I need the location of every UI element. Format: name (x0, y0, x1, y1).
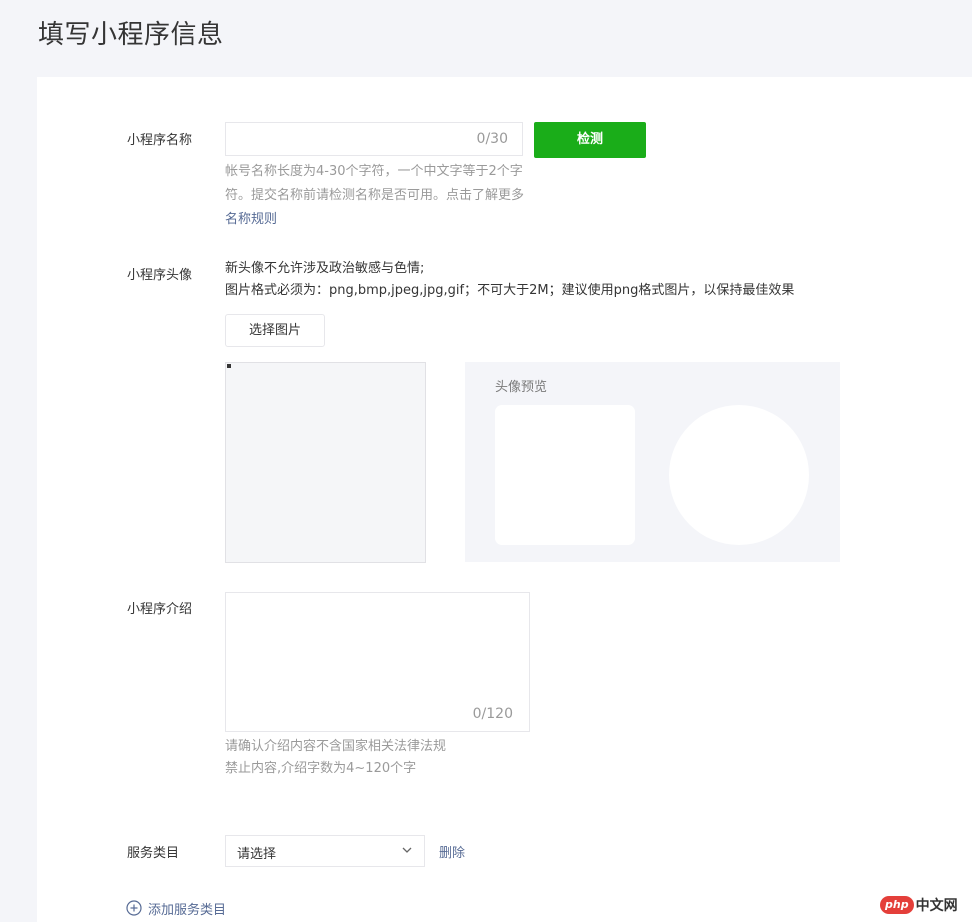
plus-circle-icon (126, 900, 142, 916)
avatar-upload-area[interactable] (225, 362, 426, 563)
crop-handle[interactable] (227, 364, 231, 368)
avatar-rule-1: 新头像不允许涉及政治敏感与色情; (225, 261, 425, 276)
intro-counter: 0/120 (472, 706, 513, 722)
name-rules-link[interactable]: 名称规则 (225, 212, 277, 227)
name-input[interactable]: 0/30 (225, 122, 523, 156)
name-counter: 0/30 (476, 131, 508, 147)
chevron-down-icon (402, 847, 412, 853)
avatar-preview-panel: 头像预览 (465, 362, 840, 562)
name-help-text: 帐号名称长度为4-30个字符，一个中文字等于2个字符。提交名称前请检测名称是否可… (225, 164, 525, 203)
category-select[interactable]: 请选择 (225, 835, 425, 867)
check-button[interactable]: 检测 (534, 122, 646, 158)
watermark-badge: php (880, 896, 914, 914)
name-help: 帐号名称长度为4-30个字符，一个中文字等于2个字符。提交名称前请检测名称是否可… (225, 160, 525, 232)
page-title: 填写小程序信息 (38, 20, 224, 50)
site-watermark: php 中文网 (880, 893, 968, 917)
add-category-label: 添加服务类目 (148, 902, 227, 918)
intro-help-2: 禁止内容,介绍字数为4~120个字 (225, 761, 417, 776)
category-label: 服务类目 (127, 846, 180, 861)
select-image-button[interactable]: 选择图片 (225, 314, 325, 347)
preview-circle (669, 405, 809, 545)
avatar-rule-2: 图片格式必须为：png,bmp,jpeg,jpg,gif；不可大于2M；建议使用… (225, 283, 795, 298)
category-select-value: 请选择 (237, 847, 277, 862)
preview-title: 头像预览 (495, 380, 548, 395)
delete-category-link[interactable]: 删除 (439, 842, 465, 861)
watermark-text: 中文网 (915, 898, 958, 914)
name-label: 小程序名称 (127, 133, 193, 148)
preview-square (495, 405, 635, 545)
avatar-label: 小程序头像 (127, 268, 193, 283)
intro-textarea[interactable]: 0/120 (225, 592, 530, 732)
intro-label: 小程序介绍 (127, 602, 193, 617)
intro-help-1: 请确认介绍内容不含国家相关法律法规 (225, 739, 447, 754)
add-category-link[interactable]: 添加服务类目 (126, 899, 227, 918)
